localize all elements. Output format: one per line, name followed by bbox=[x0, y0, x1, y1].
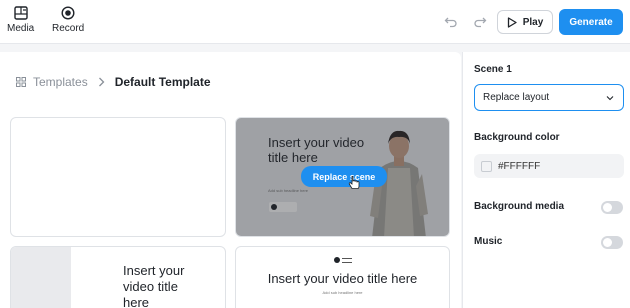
music-label: Music bbox=[474, 236, 503, 247]
record-label: Record bbox=[52, 23, 85, 34]
media-icon bbox=[13, 6, 28, 20]
background-media-toggle[interactable] bbox=[601, 201, 623, 214]
background-color-value: #FFFFFF bbox=[498, 160, 541, 172]
color-swatch[interactable] bbox=[481, 160, 492, 172]
music-toggle[interactable] bbox=[601, 236, 623, 249]
template-card-presenter[interactable]: Insert your video title here Add sub hea… bbox=[235, 117, 450, 237]
record-icon bbox=[61, 6, 75, 20]
chevron-right-icon bbox=[98, 77, 105, 87]
breadcrumb-current: Default Template bbox=[114, 75, 211, 89]
layout-select-value: Replace layout bbox=[483, 92, 550, 103]
brand-logo bbox=[334, 255, 354, 265]
undo-button[interactable] bbox=[444, 14, 458, 33]
background-media-label: Background media bbox=[474, 201, 565, 212]
scene-settings-panel: Scene 1 Replace layout Background color … bbox=[462, 52, 630, 308]
breadcrumb-root-label: Templates bbox=[33, 75, 88, 89]
record-button[interactable]: Record bbox=[52, 6, 84, 34]
template-title: Insert your video title here bbox=[123, 263, 185, 308]
play-label: Play bbox=[522, 16, 544, 28]
background-color-label: Background color bbox=[474, 132, 560, 143]
redo-button[interactable] bbox=[473, 14, 487, 33]
background-color-field[interactable]: #FFFFFF bbox=[474, 154, 624, 178]
template-card-blank[interactable] bbox=[10, 117, 226, 237]
top-toolbar: Media Record Play Generate bbox=[0, 0, 630, 44]
generate-label: Generate bbox=[569, 16, 613, 28]
undo-icon bbox=[444, 17, 457, 28]
media-label: Media bbox=[7, 23, 35, 34]
generate-button[interactable]: Generate bbox=[559, 9, 623, 35]
chevron-down-icon bbox=[606, 96, 614, 101]
template-title: Insert your video title here bbox=[267, 271, 418, 286]
scene-title: Scene 1 bbox=[474, 64, 512, 75]
replace-scene-label: Replace scene bbox=[312, 171, 376, 182]
media-button[interactable]: Media bbox=[7, 6, 34, 34]
play-icon bbox=[507, 16, 517, 28]
template-subtitle: Add sub headline here bbox=[322, 290, 363, 295]
template-card-split[interactable]: Insert your video title here bbox=[10, 246, 226, 308]
redo-icon bbox=[474, 17, 487, 28]
breadcrumb: Templates Default Template bbox=[16, 75, 211, 89]
replace-scene-button[interactable]: Replace scene bbox=[301, 166, 387, 187]
grid-icon bbox=[16, 77, 26, 87]
template-gallery: Templates Default Template Insert your v… bbox=[0, 52, 461, 308]
breadcrumb-templates-link[interactable]: Templates bbox=[16, 75, 88, 89]
play-button[interactable]: Play bbox=[497, 10, 553, 34]
template-card-centered[interactable]: Insert your video title here Add sub hea… bbox=[235, 246, 450, 308]
layout-select[interactable]: Replace layout bbox=[474, 84, 624, 111]
image-placeholder bbox=[11, 247, 71, 308]
cursor-icon bbox=[348, 176, 360, 189]
